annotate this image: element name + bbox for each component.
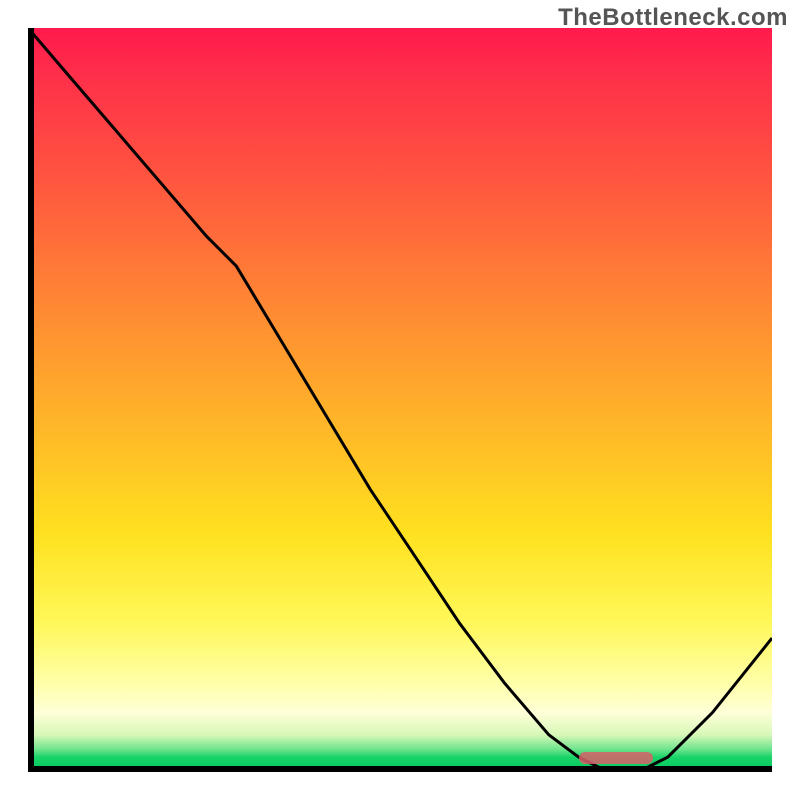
plot-area (28, 28, 772, 772)
curve-path (28, 28, 772, 772)
minimum-marker (579, 752, 653, 764)
curve-svg (28, 28, 772, 772)
chart-canvas: TheBottleneck.com (0, 0, 800, 800)
